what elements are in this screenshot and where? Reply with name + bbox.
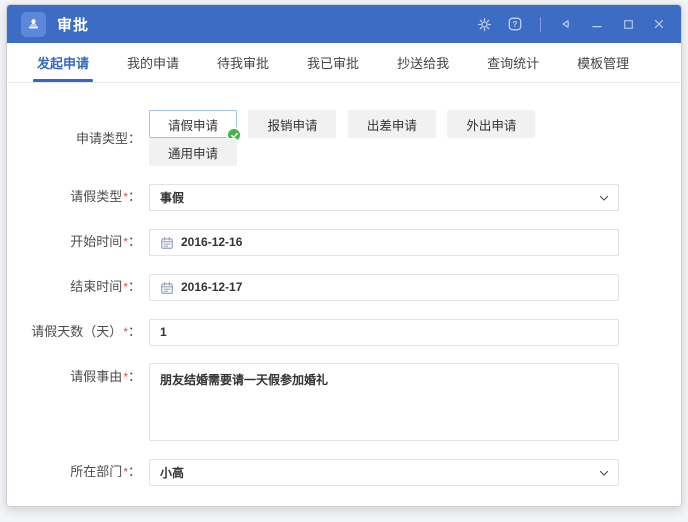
tab-bar: 发起申请 我的申请 待我审批 我已审批 抄送给我 查询统计 模板管理 xyxy=(7,43,681,83)
start-time-row: 开始时间*： 2016-12-16 xyxy=(7,228,681,256)
type-button-label: 报销申请 xyxy=(267,118,318,133)
type-button-general[interactable]: 通用申请 xyxy=(149,138,237,166)
leave-days-value: 1 xyxy=(160,325,167,339)
dock-side-button[interactable] xyxy=(558,16,574,32)
titlebar-actions: ? xyxy=(476,16,667,32)
arrow-left-icon xyxy=(559,17,573,31)
maximize-icon xyxy=(622,18,635,31)
attachment-label: 附件： xyxy=(7,503,141,506)
type-button-expense[interactable]: 报销申请 xyxy=(248,110,337,138)
svg-text:?: ? xyxy=(513,20,518,29)
chevron-down-icon xyxy=(598,192,610,207)
tab-cc-to-me[interactable]: 抄送给我 xyxy=(395,43,451,82)
department-value: 小高 xyxy=(160,465,185,480)
leave-days-input[interactable]: 1 xyxy=(149,318,619,346)
tab-query-statistics[interactable]: 查询统计 xyxy=(485,43,541,82)
department-select[interactable]: 小高 xyxy=(149,458,619,486)
app-logo xyxy=(21,11,46,37)
attachment-row: 附件： 添加附件 *单个文件上传最大20MB，最多添加10个文件 xyxy=(7,503,681,507)
leave-reason-row: 请假事由*： 朋友结婚需要请一天假参加婚礼 xyxy=(7,363,681,441)
add-attachment-button[interactable] xyxy=(149,506,170,507)
stamp-icon xyxy=(26,17,41,32)
gear-icon xyxy=(477,17,492,32)
leave-type-select[interactable]: 事假 xyxy=(149,183,619,211)
leave-days-row: 请假天数（天）*： 1 xyxy=(7,318,681,346)
leave-type-label: 请假类型*： xyxy=(70,189,141,204)
form-area: 申请类型： 请假申请 报销申请 出差申请 外出申请 通用申请 请假类型*： 事假 xyxy=(7,83,681,507)
tab-approved-by-me[interactable]: 我已审批 xyxy=(305,43,361,82)
end-time-label: 结束时间*： xyxy=(70,279,141,294)
type-button-going-out[interactable]: 外出申请 xyxy=(447,110,536,138)
leave-days-label: 请假天数（天）*： xyxy=(31,324,141,339)
type-button-label: 外出申请 xyxy=(466,118,517,133)
apply-type-row: 申请类型： 请假申请 报销申请 出差申请 外出申请 通用申请 xyxy=(7,110,681,166)
start-time-input[interactable]: 2016-12-16 xyxy=(149,228,619,256)
title-bar: 审批 ? xyxy=(7,5,681,43)
department-label: 所在部门*： xyxy=(70,464,141,479)
titlebar-divider xyxy=(540,16,541,32)
start-time-label: 开始时间*： xyxy=(70,234,141,249)
window-title: 审批 xyxy=(57,16,90,34)
calendar-icon xyxy=(160,281,174,295)
tab-pending-my-approval[interactable]: 待我审批 xyxy=(215,43,271,82)
type-button-label: 出差申请 xyxy=(366,118,417,133)
apply-type-options: 请假申请 报销申请 出差申请 外出申请 通用申请 xyxy=(149,110,619,166)
type-button-business-trip[interactable]: 出差申请 xyxy=(347,110,436,138)
help-button[interactable]: ? xyxy=(507,16,523,32)
minimize-button[interactable] xyxy=(589,16,605,32)
tab-template-management[interactable]: 模板管理 xyxy=(575,43,631,82)
tab-my-requests[interactable]: 我的申请 xyxy=(125,43,181,82)
leave-type-value: 事假 xyxy=(160,190,185,205)
chevron-down-icon xyxy=(598,467,610,482)
app-window: 审批 ? 发起申请 我的申请 待我审批 我已审批 抄送给我 查询统计 模板管理 … xyxy=(6,4,682,507)
department-row: 所在部门*： 小高 xyxy=(7,458,681,486)
close-button[interactable] xyxy=(651,16,667,32)
leave-type-row: 请假类型*： 事假 xyxy=(7,183,681,211)
tab-create-request[interactable]: 发起申请 xyxy=(32,43,94,82)
apply-type-label: 申请类型： xyxy=(75,130,141,146)
question-mark-icon: ? xyxy=(507,16,523,32)
maximize-button[interactable] xyxy=(620,16,636,32)
type-button-leave[interactable]: 请假申请 xyxy=(149,110,242,143)
end-time-row: 结束时间*： 2016-12-17 xyxy=(7,273,681,301)
leave-reason-textarea[interactable]: 朋友结婚需要请一天假参加婚礼 xyxy=(149,363,619,441)
end-time-value: 2016-12-17 xyxy=(181,280,243,294)
end-time-input[interactable]: 2016-12-17 xyxy=(149,273,619,301)
close-icon xyxy=(652,17,666,31)
minimize-icon xyxy=(590,17,604,31)
type-button-label: 通用申请 xyxy=(167,146,218,161)
leave-reason-label: 请假事由*： xyxy=(70,369,141,384)
type-button-label: 请假申请 xyxy=(167,118,218,133)
start-time-value: 2016-12-16 xyxy=(181,235,243,249)
calendar-icon xyxy=(160,236,174,250)
settings-button[interactable] xyxy=(476,16,492,32)
